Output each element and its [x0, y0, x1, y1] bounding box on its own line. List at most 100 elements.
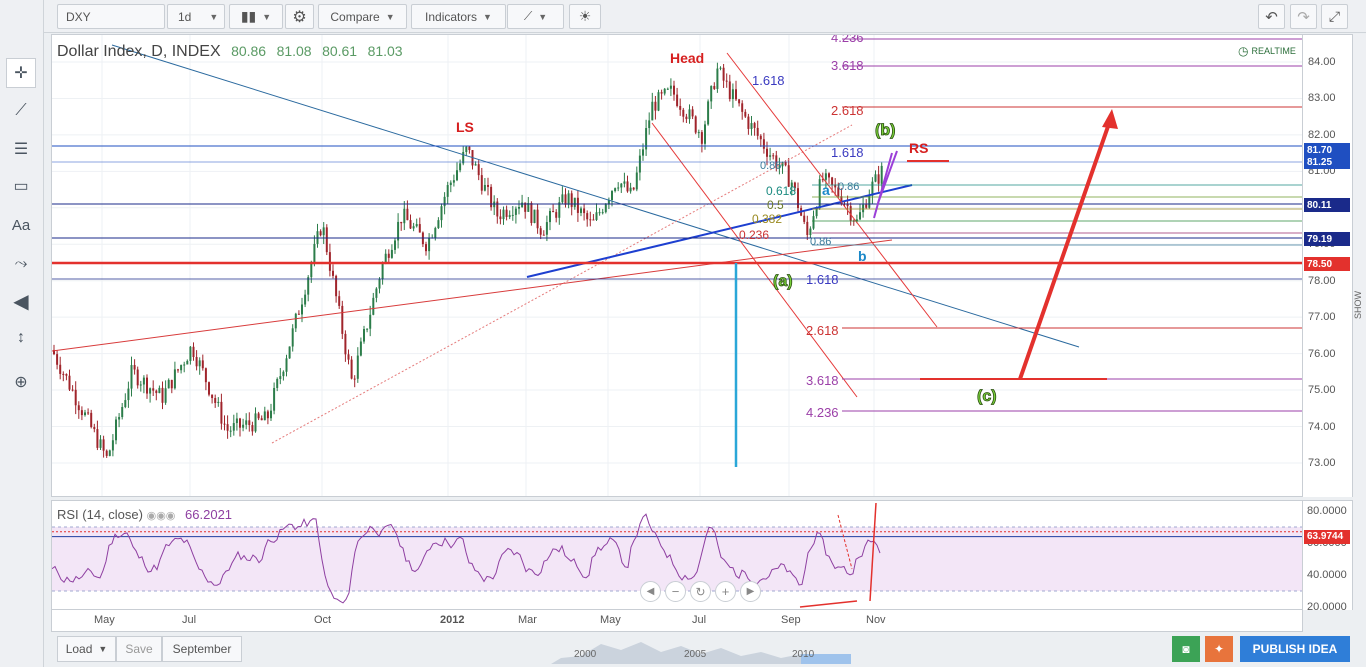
- price-tag: 78.50: [1304, 257, 1350, 271]
- chart-style-button[interactable]: ▮▮ ▼: [229, 4, 283, 29]
- candle-body: [425, 244, 427, 252]
- measure-icon[interactable]: ↕: [6, 323, 36, 353]
- text-tool-icon[interactable]: Aa: [6, 210, 36, 240]
- indicators-button[interactable]: Indicators ▼: [411, 4, 506, 29]
- undo-icon[interactable]: ↶: [1258, 4, 1285, 29]
- candle-body: [542, 234, 545, 236]
- candle-body: [260, 418, 263, 421]
- gear-icon[interactable]: ⚙: [285, 4, 314, 29]
- candle-body: [319, 231, 322, 236]
- crosshair-icon[interactable]: ✛: [6, 58, 36, 88]
- candle-body: [149, 388, 152, 394]
- candle-body: [74, 389, 77, 406]
- rectangle-icon[interactable]: ▭: [6, 171, 36, 201]
- price-axis[interactable]: 84.0083.0082.0081.0080.0079.0078.0077.00…: [1303, 34, 1353, 497]
- candle-body: [338, 296, 341, 306]
- candle-body: [285, 358, 288, 372]
- reset-icon[interactable]: ↻: [690, 581, 711, 602]
- candle-body: [719, 67, 722, 69]
- fib-label: 0.86: [810, 236, 831, 248]
- candle-body: [301, 304, 303, 315]
- candle-body: [772, 155, 775, 157]
- candle-body: [161, 387, 164, 403]
- price-chart-svg[interactable]: Head LS RS (b) (a) (c) a b 4.236 3.618 2.618 1.618 1…: [52, 35, 1303, 497]
- drawing-templates-button[interactable]: ⟋ ▼: [507, 4, 564, 29]
- candle-body: [809, 228, 812, 236]
- candle-body: [229, 430, 232, 432]
- candle-body: [437, 220, 440, 229]
- candle-body: [124, 400, 127, 408]
- zoom-icon[interactable]: ⊕: [6, 367, 36, 397]
- fib-label: 1.618: [806, 272, 839, 287]
- channel-bottom: [651, 122, 858, 398]
- candle-body: [449, 182, 452, 186]
- candle-body: [369, 314, 372, 329]
- candle-body: [700, 132, 703, 144]
- candle-body: [440, 206, 443, 221]
- candle-body: [127, 388, 130, 401]
- trend-line-icon[interactable]: ⟋: [6, 96, 36, 126]
- candle-body: [561, 194, 564, 203]
- symbol-input[interactable]: DXY: [57, 4, 165, 29]
- time-axis-label: Sep: [781, 614, 801, 626]
- price-axis-label: 77.00: [1308, 311, 1336, 324]
- candle-body: [84, 412, 86, 416]
- compare-button[interactable]: Compare ▼: [318, 4, 407, 29]
- candle-body: [90, 412, 93, 428]
- scroll-right-icon[interactable]: ▶: [740, 581, 761, 602]
- date-navigator[interactable]: 2000 2005 2010: [551, 634, 851, 664]
- price-chart-pane[interactable]: Head LS RS (b) (a) (c) a b 4.236 3.618 2.618 1.618 1…: [51, 34, 1303, 497]
- time-axis[interactable]: May Jul Oct 2012 Mar May Jul Sep Nov: [51, 610, 1303, 632]
- fib-label: 0.236: [739, 228, 769, 242]
- show-label[interactable]: SHOW: [1353, 291, 1363, 319]
- camera-icon[interactable]: ◙: [1172, 636, 1200, 662]
- candle-body: [766, 148, 768, 157]
- candle-body: [167, 379, 170, 389]
- save-button[interactable]: Save: [116, 636, 162, 662]
- zoom-out-icon[interactable]: −: [665, 581, 686, 602]
- interval-select[interactable]: 1d ▼: [167, 4, 225, 29]
- rsi-settings-icon[interactable]: ◉◉◉: [147, 510, 176, 522]
- top-toolbar: ☺ DXY 1d▼ ▮▮▼ ⚙ Compare▼ Indicators▼ ⟋▼ …: [0, 0, 1366, 37]
- publish-idea-button[interactable]: PUBLISH IDEA: [1240, 636, 1350, 662]
- candle-body: [759, 135, 762, 140]
- show-panel-strip[interactable]: SHOW: [1353, 34, 1366, 610]
- arrow-left-icon[interactable]: ◀: [6, 286, 36, 316]
- fullscreen-icon[interactable]: ⤢: [1321, 4, 1348, 29]
- candle-body: [288, 346, 291, 359]
- redo-icon[interactable]: ↷: [1290, 4, 1317, 29]
- candle-body: [611, 191, 613, 201]
- candle-body: [108, 450, 111, 456]
- candle-body: [245, 420, 248, 425]
- scroll-left-icon[interactable]: ◀: [640, 581, 661, 602]
- candle-body: [676, 94, 679, 106]
- twitter-icon[interactable]: ✦: [1205, 636, 1233, 662]
- candle-body: [722, 67, 725, 81]
- candle-body: [477, 164, 480, 176]
- candle-body: [704, 124, 706, 144]
- candle-body: [223, 423, 226, 425]
- candle-body: [96, 429, 99, 448]
- candle-body: [604, 204, 607, 213]
- pattern-icon[interactable]: ⤳: [6, 249, 36, 279]
- candle-body: [669, 85, 672, 89]
- candle-body: [750, 123, 753, 129]
- candle-body: [601, 212, 604, 214]
- candle-body: [874, 174, 877, 182]
- rsi-axis[interactable]: 80.000060.000040.000020.000063.9744: [1303, 500, 1353, 613]
- lightbulb-icon[interactable]: ☀: [569, 4, 601, 29]
- template-icon: ⟋: [523, 9, 533, 23]
- candle-body: [533, 209, 536, 223]
- chart-name-field[interactable]: September: [162, 636, 242, 662]
- candle-body: [592, 219, 595, 221]
- candle-body: [62, 373, 65, 375]
- trend-line: [111, 44, 1080, 348]
- load-button[interactable]: Load ▼: [57, 636, 116, 662]
- horizontal-lines-icon[interactable]: ☰: [6, 134, 36, 164]
- zoom-in-icon[interactable]: +: [715, 581, 736, 602]
- candle-body: [307, 277, 310, 295]
- candle-body: [87, 412, 90, 414]
- candle-body: [638, 155, 641, 173]
- candle-body: [682, 109, 685, 117]
- chevron-down-icon: ▼: [98, 644, 108, 654]
